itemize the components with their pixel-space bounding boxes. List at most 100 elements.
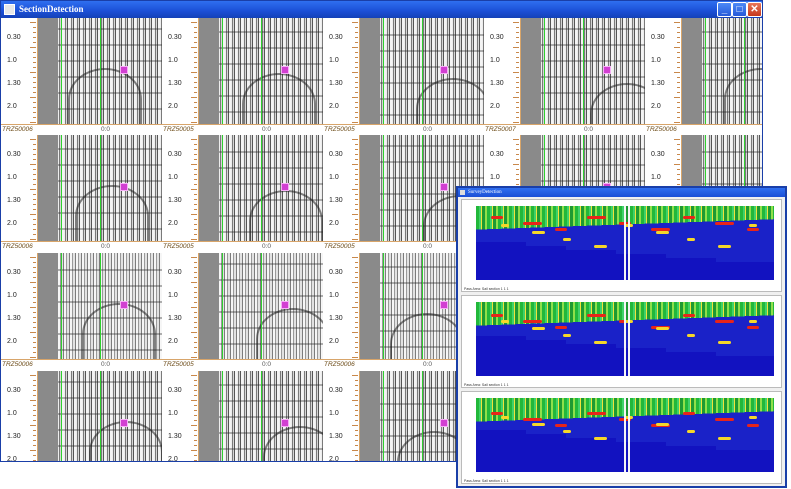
heatmap-plot[interactable] xyxy=(476,206,774,280)
depth-tick-mark xyxy=(191,257,197,258)
target-marker[interactable] xyxy=(120,419,128,427)
mid-signal-band xyxy=(749,224,757,227)
target-marker[interactable] xyxy=(440,419,448,427)
depth-tick-mark xyxy=(194,410,197,411)
target-marker[interactable] xyxy=(440,66,448,74)
target-marker[interactable] xyxy=(440,183,448,191)
radargram-image[interactable] xyxy=(58,253,162,370)
depth-tick-mark xyxy=(194,209,197,210)
section-cell[interactable]: 0.30 1.0 1.30 2.0 TRZ50005 0:0 xyxy=(162,18,323,135)
section-cell[interactable]: 0.30 1.0 1.30 2.0 TRZ50006 xyxy=(645,18,762,135)
depth-tick-mark xyxy=(191,357,197,358)
depth-tick-mark xyxy=(355,169,358,170)
section-footer: TRZ50006 0:0 xyxy=(1,124,162,135)
depth-tick-mark xyxy=(30,425,36,426)
radargram-image[interactable] xyxy=(702,18,762,135)
section-cell[interactable]: 0.30 1.0 1.30 2.0 TRZ50006 0:0 xyxy=(1,135,162,252)
high-signal-band xyxy=(491,412,503,415)
section-cell[interactable]: 0.30 1.0 1.30 2.0 xyxy=(162,371,323,461)
depth-tick-mark xyxy=(33,347,36,348)
target-marker[interactable] xyxy=(440,301,448,309)
target-marker[interactable] xyxy=(281,419,289,427)
heatmap-plot[interactable] xyxy=(476,398,774,472)
heatmap-panel[interactable]: Pass Area: Sail section 1 1 1 xyxy=(461,295,782,388)
title-bar[interactable]: SectionDetection _ □ ✕ xyxy=(1,1,762,18)
depth-tick-mark xyxy=(30,375,36,376)
target-marker[interactable] xyxy=(120,66,128,74)
heatmap-panel[interactable]: Pass Area: Sail section 1 1 1 xyxy=(461,199,782,292)
grid-guide-line xyxy=(261,18,262,135)
section-cell[interactable]: 0.30 1.0 1.30 2.0 xyxy=(1,371,162,461)
radargram-image[interactable] xyxy=(219,371,323,461)
section-cell[interactable]: 0.30 1.0 1.30 2.0 TRZ50006 0:0 xyxy=(1,253,162,370)
reflection-band xyxy=(702,151,762,153)
depth-tick-mark xyxy=(355,302,358,303)
depth-tick-mark xyxy=(516,82,519,83)
depth-tick-mark xyxy=(33,229,36,230)
depth-tick-mark xyxy=(194,337,197,338)
section-footer: TRZ50006 0:0 xyxy=(1,359,162,370)
radargram-image[interactable] xyxy=(58,135,162,252)
depth-tick-mark xyxy=(33,455,36,456)
reflection-band xyxy=(380,145,484,147)
depth-tick-mark xyxy=(33,312,36,313)
overlay-title-bar[interactable]: SurveyDetection xyxy=(458,188,785,197)
section-cell[interactable]: 0.30 1.0 1.30 2.0 TRZ50005 0:0 xyxy=(162,253,323,370)
depth-tick-mark xyxy=(355,327,358,328)
section-cell[interactable]: 0.30 1.0 1.30 2.0 TRZ50006 0:0 xyxy=(1,18,162,135)
target-marker[interactable] xyxy=(120,301,128,309)
gray-margin xyxy=(199,18,219,135)
reflection-band xyxy=(219,31,323,33)
depth-tick-mark xyxy=(33,277,36,278)
section-coordinate: 0:0 xyxy=(423,126,433,133)
section-cell[interactable]: 0.30 1.0 1.30 2.0 TRZ50005 0:0 xyxy=(323,18,484,135)
depth-tick-mark xyxy=(355,234,358,235)
heatmap-panel[interactable]: Pass Area: Sail section 1 1 1 xyxy=(461,391,782,484)
depth-tick-mark xyxy=(355,224,358,225)
radargram-image[interactable] xyxy=(380,18,484,135)
radargram-image[interactable] xyxy=(219,253,323,370)
target-marker[interactable] xyxy=(281,301,289,309)
target-marker[interactable] xyxy=(120,183,128,191)
depth-tick-mark xyxy=(191,375,197,376)
reflection-band xyxy=(219,47,323,49)
close-button[interactable]: ✕ xyxy=(747,2,762,17)
reflection-band xyxy=(541,164,645,166)
depth-tick-mark xyxy=(355,87,358,88)
depth-tick-mark xyxy=(191,282,197,283)
radargram-image[interactable] xyxy=(219,135,323,252)
depth-tick-mark xyxy=(355,317,358,318)
depth-tick-mark xyxy=(194,267,197,268)
overlay-app-icon xyxy=(460,190,465,195)
mid-signal-band xyxy=(501,416,509,419)
panel-caption: Pass Area: Sail section 1 1 1 xyxy=(464,287,509,291)
radargram-image[interactable] xyxy=(219,18,323,135)
depth-scale: 0.30 1.0 1.30 2.0 xyxy=(323,135,360,252)
section-id-label: TRZ50006 xyxy=(2,243,33,250)
depth-tick-mark xyxy=(516,174,519,175)
depth-tick-mark xyxy=(352,239,358,240)
section-cell[interactable]: 0.30 1.0 1.30 2.0 TRZ50007 0:0 xyxy=(484,18,645,135)
depth-tick-mark xyxy=(194,272,197,273)
depth-tick-mark xyxy=(355,390,358,391)
section-coordinate: 0:0 xyxy=(262,243,272,250)
depth-tick-mark xyxy=(355,410,358,411)
heatmap-plot[interactable] xyxy=(476,302,774,376)
section-cell[interactable]: 0.30 1.0 1.30 2.0 TRZ50005 0:0 xyxy=(162,135,323,252)
target-marker[interactable] xyxy=(603,66,611,74)
maximize-button[interactable]: □ xyxy=(732,2,747,17)
radargram-image[interactable] xyxy=(541,18,645,135)
target-marker[interactable] xyxy=(281,183,289,191)
target-marker[interactable] xyxy=(281,66,289,74)
radargram-image[interactable] xyxy=(58,371,162,461)
depth-tick-mark xyxy=(355,292,358,293)
high-signal-band xyxy=(555,424,567,427)
section-coordinate: 0:0 xyxy=(423,243,433,250)
depth-tick-mark xyxy=(33,234,36,235)
gray-margin xyxy=(38,135,58,252)
depth-tick-mark xyxy=(516,184,519,185)
gray-margin xyxy=(360,253,380,370)
radargram-image[interactable] xyxy=(58,18,162,135)
grid-guide-line xyxy=(100,18,101,135)
minimize-button[interactable]: _ xyxy=(717,2,732,17)
